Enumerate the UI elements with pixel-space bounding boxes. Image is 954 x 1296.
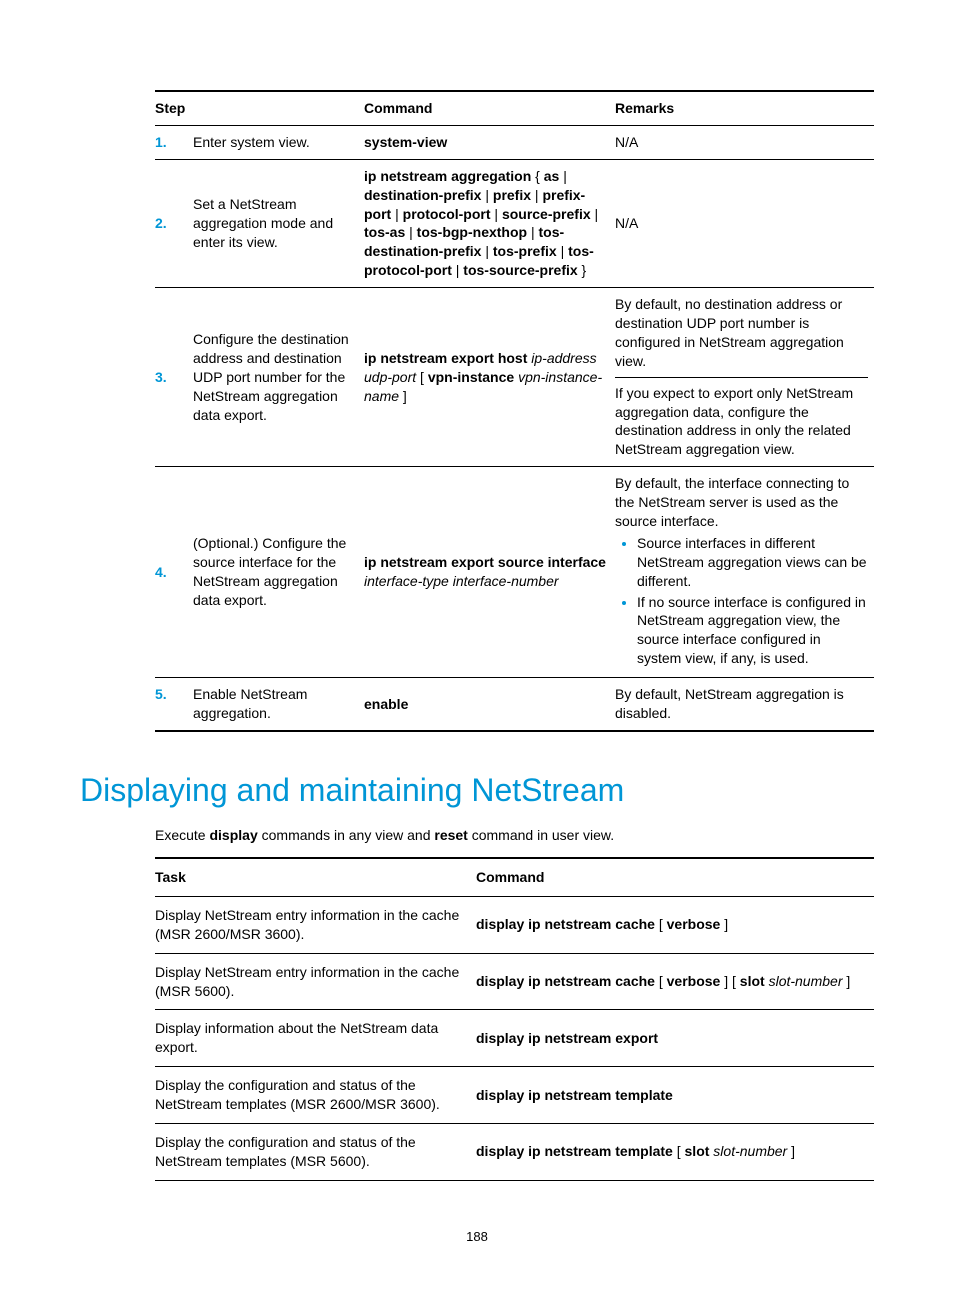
command-text: display ip netstream template bbox=[476, 1067, 874, 1124]
table-row: 4. (Optional.) Configure the source inte… bbox=[155, 467, 874, 678]
table-row: Display NetStream entry information in t… bbox=[155, 953, 874, 1010]
task-text: Display the configuration and status of … bbox=[155, 1123, 476, 1180]
remarks-text: By default, the interface connecting to … bbox=[615, 467, 874, 678]
table-row: 3. Configure the destination address and… bbox=[155, 288, 874, 467]
step-number: 3. bbox=[155, 369, 167, 385]
step-text: (Optional.) Configure the source interfa… bbox=[193, 467, 364, 678]
task-text: Display NetStream entry information in t… bbox=[155, 896, 476, 953]
remarks-text: N/A bbox=[615, 125, 874, 159]
section-heading: Displaying and maintaining NetStream bbox=[80, 772, 874, 809]
col-command-header: Command bbox=[476, 858, 874, 896]
command-text: enable bbox=[364, 696, 408, 712]
task-text: Display NetStream entry information in t… bbox=[155, 953, 476, 1010]
step-number: 4. bbox=[155, 564, 167, 580]
table-row: Display NetStream entry information in t… bbox=[155, 896, 874, 953]
table-row: 5. Enable NetStream aggregation. enable … bbox=[155, 678, 874, 731]
step-text: Set a NetStream aggregation mode and ent… bbox=[193, 159, 364, 287]
task-text: Display the configuration and status of … bbox=[155, 1067, 476, 1124]
command-text: ip netstream export host ip-address udp-… bbox=[364, 288, 615, 467]
col-task-header: Task bbox=[155, 858, 476, 896]
table-row: 2. Set a NetStream aggregation mode and … bbox=[155, 159, 874, 287]
col-remarks-header: Remarks bbox=[615, 91, 874, 125]
remarks-text: By default, no destination address or de… bbox=[615, 288, 874, 467]
step-text: Enable NetStream aggregation. bbox=[193, 678, 364, 731]
list-item: If no source interface is configured in … bbox=[637, 593, 868, 669]
col-command-header: Command bbox=[364, 91, 615, 125]
list-item: Source interfaces in different NetStream… bbox=[637, 534, 868, 591]
table-row: 1. Enter system view. system-view N/A bbox=[155, 125, 874, 159]
table-row: Display the configuration and status of … bbox=[155, 1067, 874, 1124]
command-text: ip netstream export source interface int… bbox=[364, 467, 615, 678]
step-number: 1. bbox=[155, 134, 167, 150]
step-text: Configure the destination address and de… bbox=[193, 288, 364, 467]
command-text: display ip netstream export bbox=[476, 1010, 874, 1067]
command-text: display ip netstream cache [ verbose ] bbox=[476, 896, 874, 953]
table-row: Display information about the NetStream … bbox=[155, 1010, 874, 1067]
step-number: 5. bbox=[155, 686, 167, 702]
step-number: 2. bbox=[155, 215, 167, 231]
remarks-text: By default, NetStream aggregation is dis… bbox=[615, 678, 874, 731]
page-number: 188 bbox=[80, 1229, 874, 1244]
tasks-table: Task Command Display NetStream entry inf… bbox=[155, 857, 874, 1181]
table-row: Display the configuration and status of … bbox=[155, 1123, 874, 1180]
col-step-header: Step bbox=[155, 91, 364, 125]
remarks-text: N/A bbox=[615, 159, 874, 287]
intro-text: Execute display commands in any view and… bbox=[155, 827, 874, 843]
command-text: display ip netstream cache [ verbose ] [… bbox=[476, 953, 874, 1010]
command-text: ip netstream aggregation { as | destinat… bbox=[364, 159, 615, 287]
command-text: display ip netstream template [ slot slo… bbox=[476, 1123, 874, 1180]
task-text: Display information about the NetStream … bbox=[155, 1010, 476, 1067]
command-text: system-view bbox=[364, 134, 447, 150]
steps-table: Step Command Remarks 1. Enter system vie… bbox=[155, 90, 874, 732]
step-text: Enter system view. bbox=[193, 125, 364, 159]
